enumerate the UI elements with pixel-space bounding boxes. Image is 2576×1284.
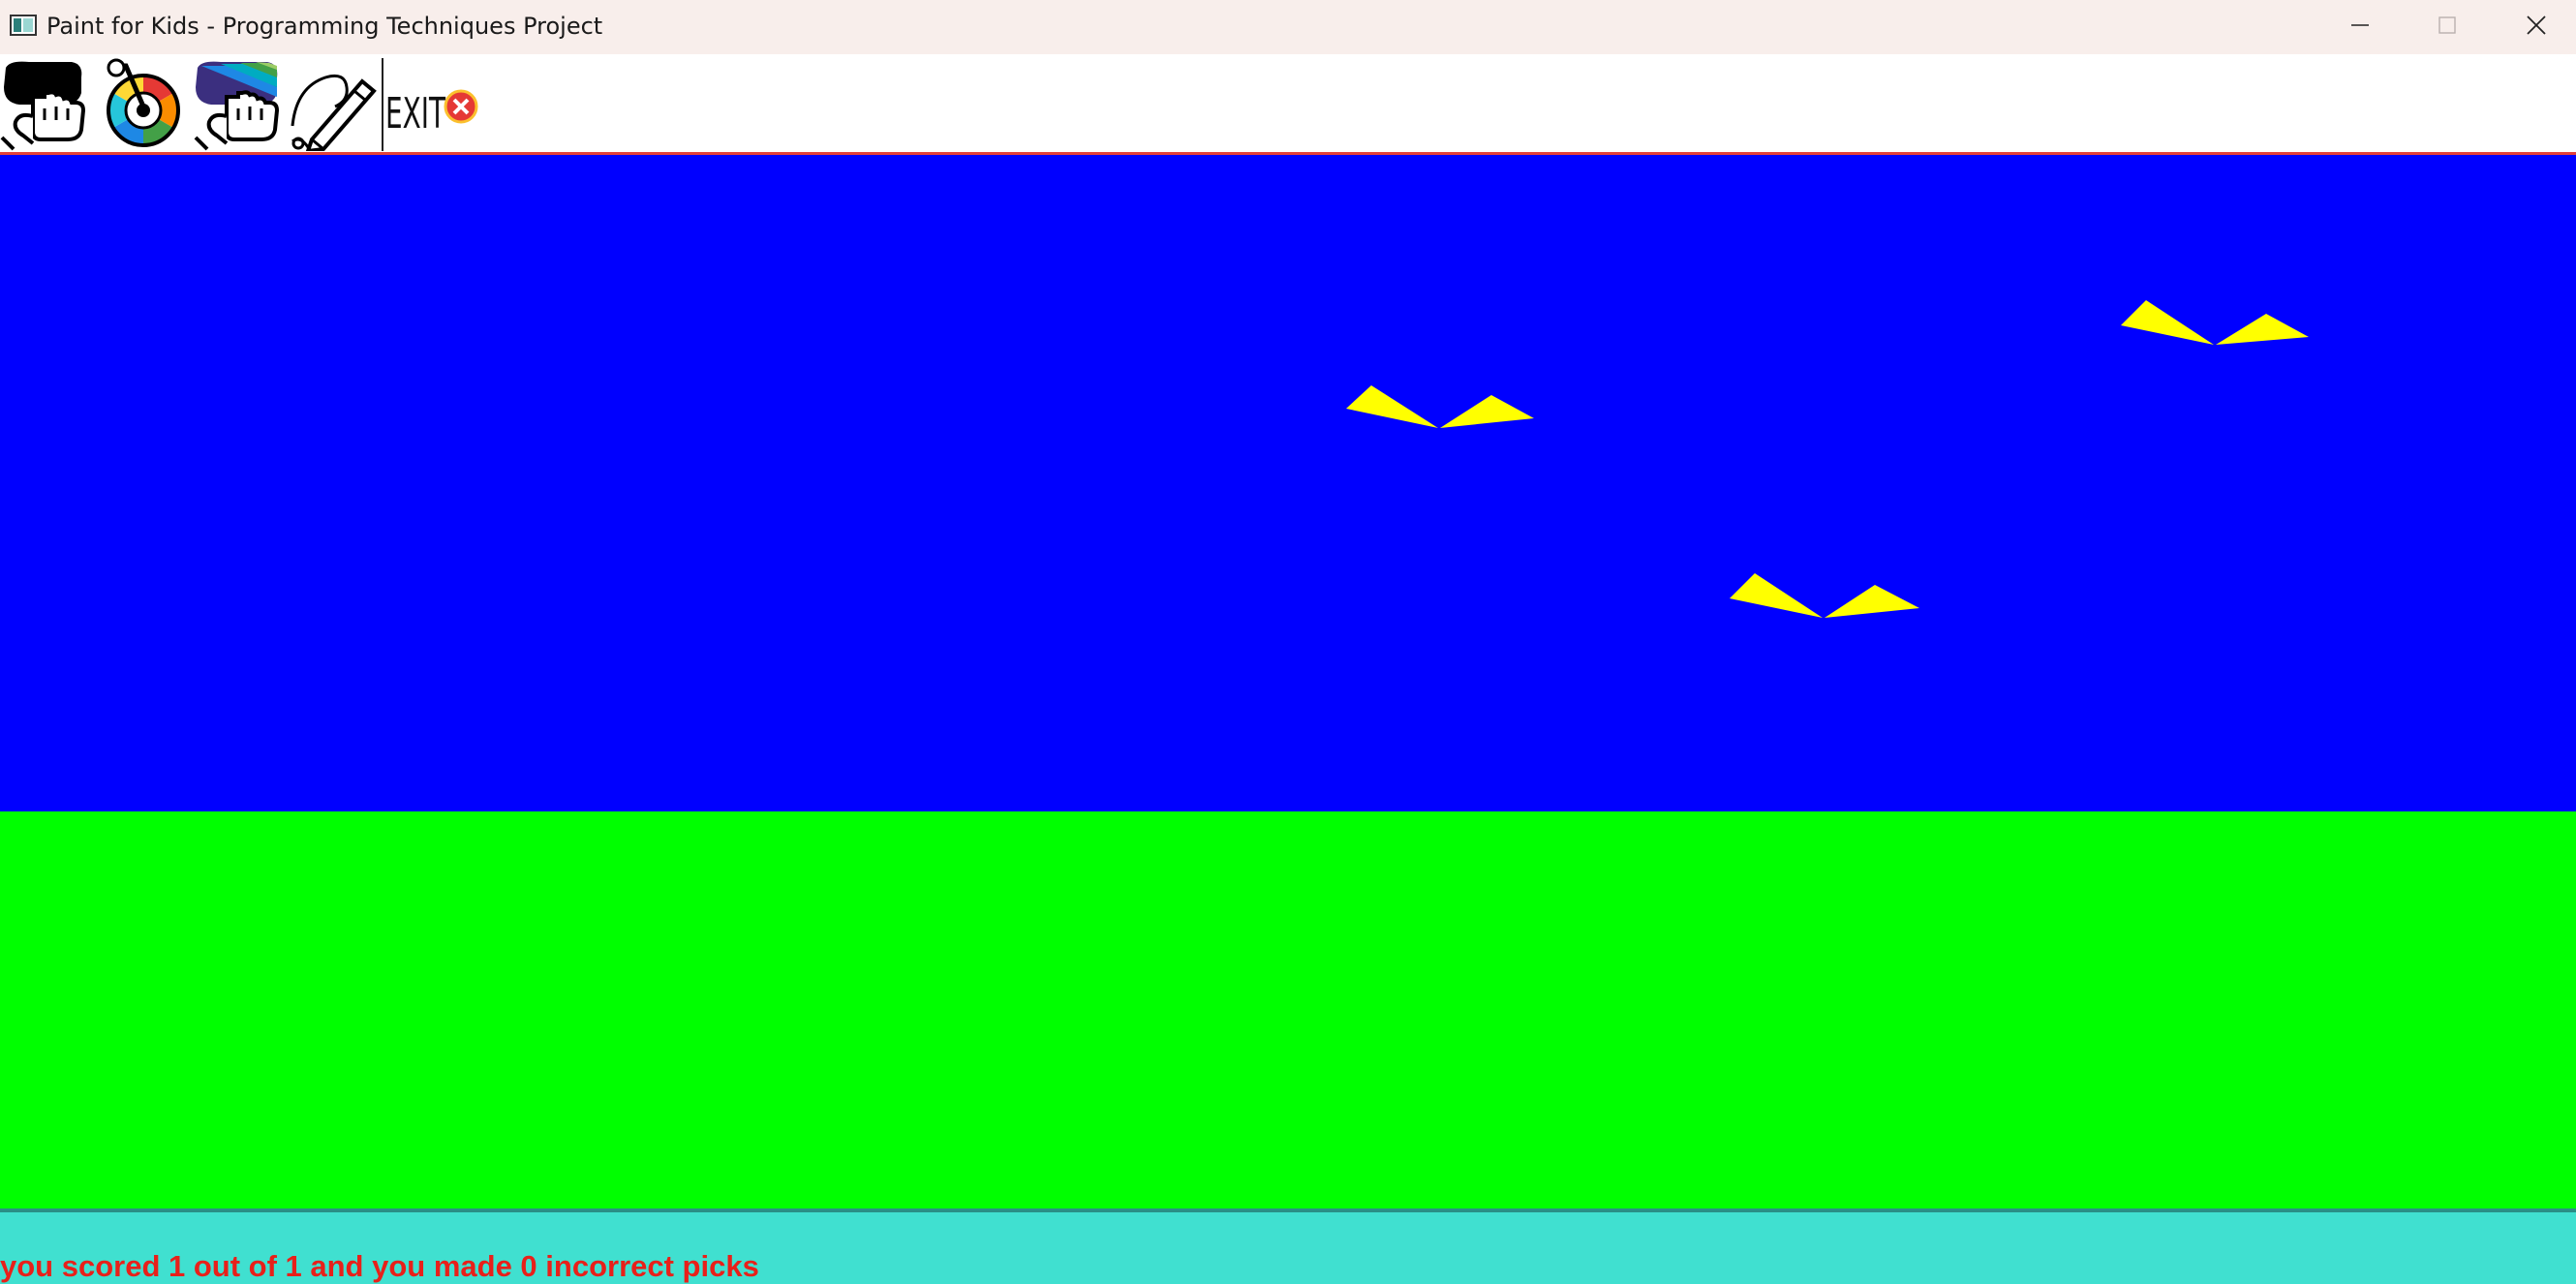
triangle-pair-shape[interactable] (1346, 385, 1534, 428)
triangle-pair-shape[interactable] (2121, 300, 2309, 345)
triangle-shape[interactable] (1440, 395, 1534, 428)
exit-tool[interactable]: EXIT (383, 58, 480, 151)
pick-by-shape-tool[interactable] (0, 58, 89, 151)
title-bar[interactable]: Paint for Kids - Programming Techniques … (0, 0, 2576, 54)
triangle-pair-shape[interactable] (1730, 573, 1919, 618)
window-title: Paint for Kids - Programming Techniques … (46, 13, 603, 40)
minimize-icon (2351, 24, 2369, 26)
triangle-shape[interactable] (1730, 573, 1823, 618)
maximize-button[interactable] (2404, 0, 2491, 50)
status-message: you scored 1 out of 1 and you made 0 inc… (0, 1249, 759, 1283)
exit-label: EXIT (385, 89, 445, 138)
app-icon (10, 15, 37, 36)
color-wheel-icon (107, 58, 180, 147)
drawing-canvas (1346, 300, 2309, 618)
hand-pointer-shape-icon (0, 61, 86, 151)
pencil-icon (291, 74, 377, 151)
close-icon (2527, 15, 2546, 35)
pick-by-color-tool[interactable] (101, 58, 184, 151)
minimize-button[interactable] (2316, 0, 2404, 50)
triangle-shape[interactable] (2121, 300, 2214, 345)
triangle-shape[interactable] (1825, 585, 1919, 618)
switch-to-draw-mode-tool[interactable] (287, 58, 380, 151)
close-button[interactable] (2493, 0, 2576, 50)
pick-by-shape-and-color-tool[interactable] (192, 58, 283, 151)
maximize-icon (2438, 16, 2456, 34)
hand-pointer-rainbow-icon (194, 61, 280, 151)
exit-button-graphic: EXIT (385, 89, 478, 138)
exit-x-icon (444, 89, 478, 124)
triangle-shape[interactable] (1346, 385, 1438, 428)
paint-for-kids-window: Paint for Kids - Programming Techniques … (0, 0, 2576, 1284)
triangle-shape[interactable] (2216, 314, 2309, 345)
